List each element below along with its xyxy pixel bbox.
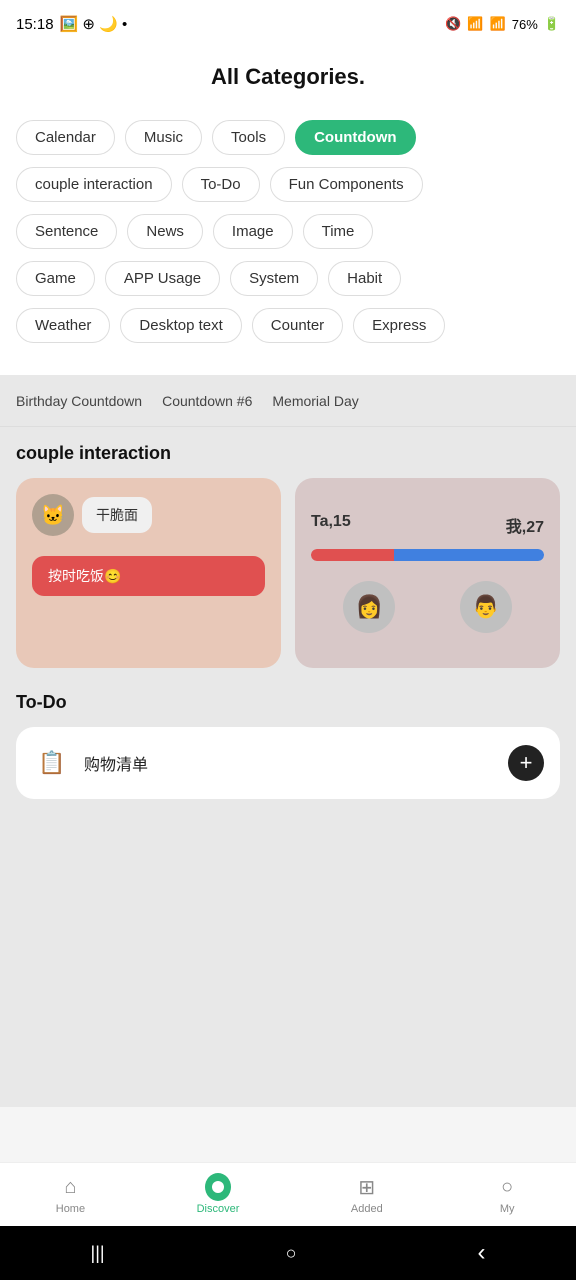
android-home-btn[interactable]: ○ [286,1243,297,1264]
todo-section: To-Do 📋 购物清单 + [16,692,560,799]
nav-my[interactable]: ○ My [494,1174,520,1215]
sub-tabs: Birthday Countdown Countdown #6 Memorial… [0,375,576,427]
mute-icon: 🔇 [445,16,461,32]
nav-home-label: Home [56,1203,85,1215]
nav-added-label: Added [351,1203,383,1215]
subtab-countdown6[interactable]: Countdown #6 [162,389,252,413]
status-left: 15:18 🖼️ ⊕ 🌙 • [16,15,127,33]
todo-icon: 📋 [32,743,72,783]
chip-weather[interactable]: Weather [16,308,110,343]
todo-section-title: To-Do [16,692,560,713]
todo-card-left: 📋 购物清单 [32,743,148,783]
nav-discover-label: Discover [197,1203,240,1215]
subtab-memorial-day[interactable]: Memorial Day [272,389,358,413]
chip-habit[interactable]: Habit [328,261,401,296]
wifi-icon: 📶 [467,16,483,32]
header: All Categories. [0,48,576,110]
chips-row-5: Weather Desktop text Counter Express [16,308,560,343]
chip-system[interactable]: System [230,261,318,296]
chip-tools[interactable]: Tools [212,120,285,155]
pk-avatar-male: 👨 [460,581,512,633]
chip-counter[interactable]: Counter [252,308,343,343]
bottom-nav: ⌂ Home Discover ⊞ Added ○ My [0,1162,576,1226]
pk-avatars: 👩 👨 [311,581,544,633]
pk-scores: Ta,15 我,27 [311,513,544,537]
notification-icons: 🖼️ ⊕ 🌙 • [60,15,128,33]
chip-desktop-text[interactable]: Desktop text [120,308,241,343]
avatar-cat: 🐱 [32,494,74,536]
love-pk-preview: Ta,15 我,27 👩 👨 [295,478,560,668]
pk-avatar-female: 👩 [343,581,395,633]
pk-score2: 我,27 [506,513,544,537]
todo-add-button[interactable]: + [508,745,544,781]
android-back-btn[interactable]: ‹ [477,1239,485,1267]
page-title: All Categories. [211,64,365,89]
home-icon: ⌂ [57,1174,83,1200]
chip-time[interactable]: Time [303,214,374,249]
subtab-birthday-countdown[interactable]: Birthday Countdown [16,389,142,413]
nav-discover[interactable]: Discover [197,1174,240,1215]
chips-row-1: Calendar Music Tools Countdown [16,120,560,155]
status-bar: 15:18 🖼️ ⊕ 🌙 • 🔇 📶 📶 76% 🔋 [0,0,576,48]
pk-bar [311,549,544,561]
time: 15:18 [16,16,54,33]
chat-bubble-text2: 按时吃饭😊 [32,556,265,596]
chip-express[interactable]: Express [353,308,445,343]
nav-home[interactable]: ⌂ Home [56,1174,85,1215]
pk-bar-red [311,549,394,561]
couple-cards-row: 🐱 干脆面 按时吃饭😊 TA message Ta,15 我,27 [16,478,560,668]
nav-my-label: My [500,1203,515,1215]
content-area: couple interaction 🐱 干脆面 按时吃饭😊 TA messag… [0,427,576,1107]
pk-bar-blue [394,549,544,561]
love-pk-card[interactable]: Ta,15 我,27 👩 👨 Love PK [295,478,560,668]
pk-score1: Ta,15 [311,513,351,537]
battery-icon: 🔋 [544,16,560,32]
chat-row-2: 按时吃饭😊 [32,556,265,596]
chips-row-2: couple interaction To-Do Fun Components [16,167,560,202]
chip-app-usage[interactable]: APP Usage [105,261,220,296]
my-icon: ○ [494,1174,520,1200]
categories-section: Calendar Music Tools Countdown couple in… [0,110,576,375]
chip-couple-interaction[interactable]: couple interaction [16,167,172,202]
ta-message-card[interactable]: 🐱 干脆面 按时吃饭😊 TA message [16,478,281,668]
battery-text: 76% [512,17,538,32]
chips-row-4: Game APP Usage System Habit [16,261,560,296]
added-icon: ⊞ [354,1174,380,1200]
chip-countdown[interactable]: Countdown [295,120,415,155]
chip-todo[interactable]: To-Do [182,167,260,202]
chip-sentence[interactable]: Sentence [16,214,117,249]
chips-row-3: Sentence News Image Time [16,214,560,249]
android-recents-btn[interactable]: ||| [91,1243,105,1264]
todo-card[interactable]: 📋 购物清单 + [16,727,560,799]
chip-game[interactable]: Game [16,261,95,296]
chip-image[interactable]: Image [213,214,293,249]
chat-bubble-text1: 干脆面 [82,497,152,533]
status-right: 🔇 📶 📶 76% 🔋 [445,16,560,32]
chip-fun-components[interactable]: Fun Components [270,167,423,202]
chat-row-1: 🐱 干脆面 [32,494,265,536]
couple-section-title: couple interaction [16,443,560,464]
nav-added[interactable]: ⊞ Added [351,1174,383,1215]
ta-message-preview: 🐱 干脆面 按时吃饭😊 [16,478,281,668]
signal-icon: 📶 [490,16,506,32]
chip-calendar[interactable]: Calendar [16,120,115,155]
android-nav: ||| ○ ‹ [0,1226,576,1280]
chip-news[interactable]: News [127,214,203,249]
todo-text: 购物清单 [84,751,148,775]
discover-icon [205,1174,231,1200]
chip-music[interactable]: Music [125,120,202,155]
